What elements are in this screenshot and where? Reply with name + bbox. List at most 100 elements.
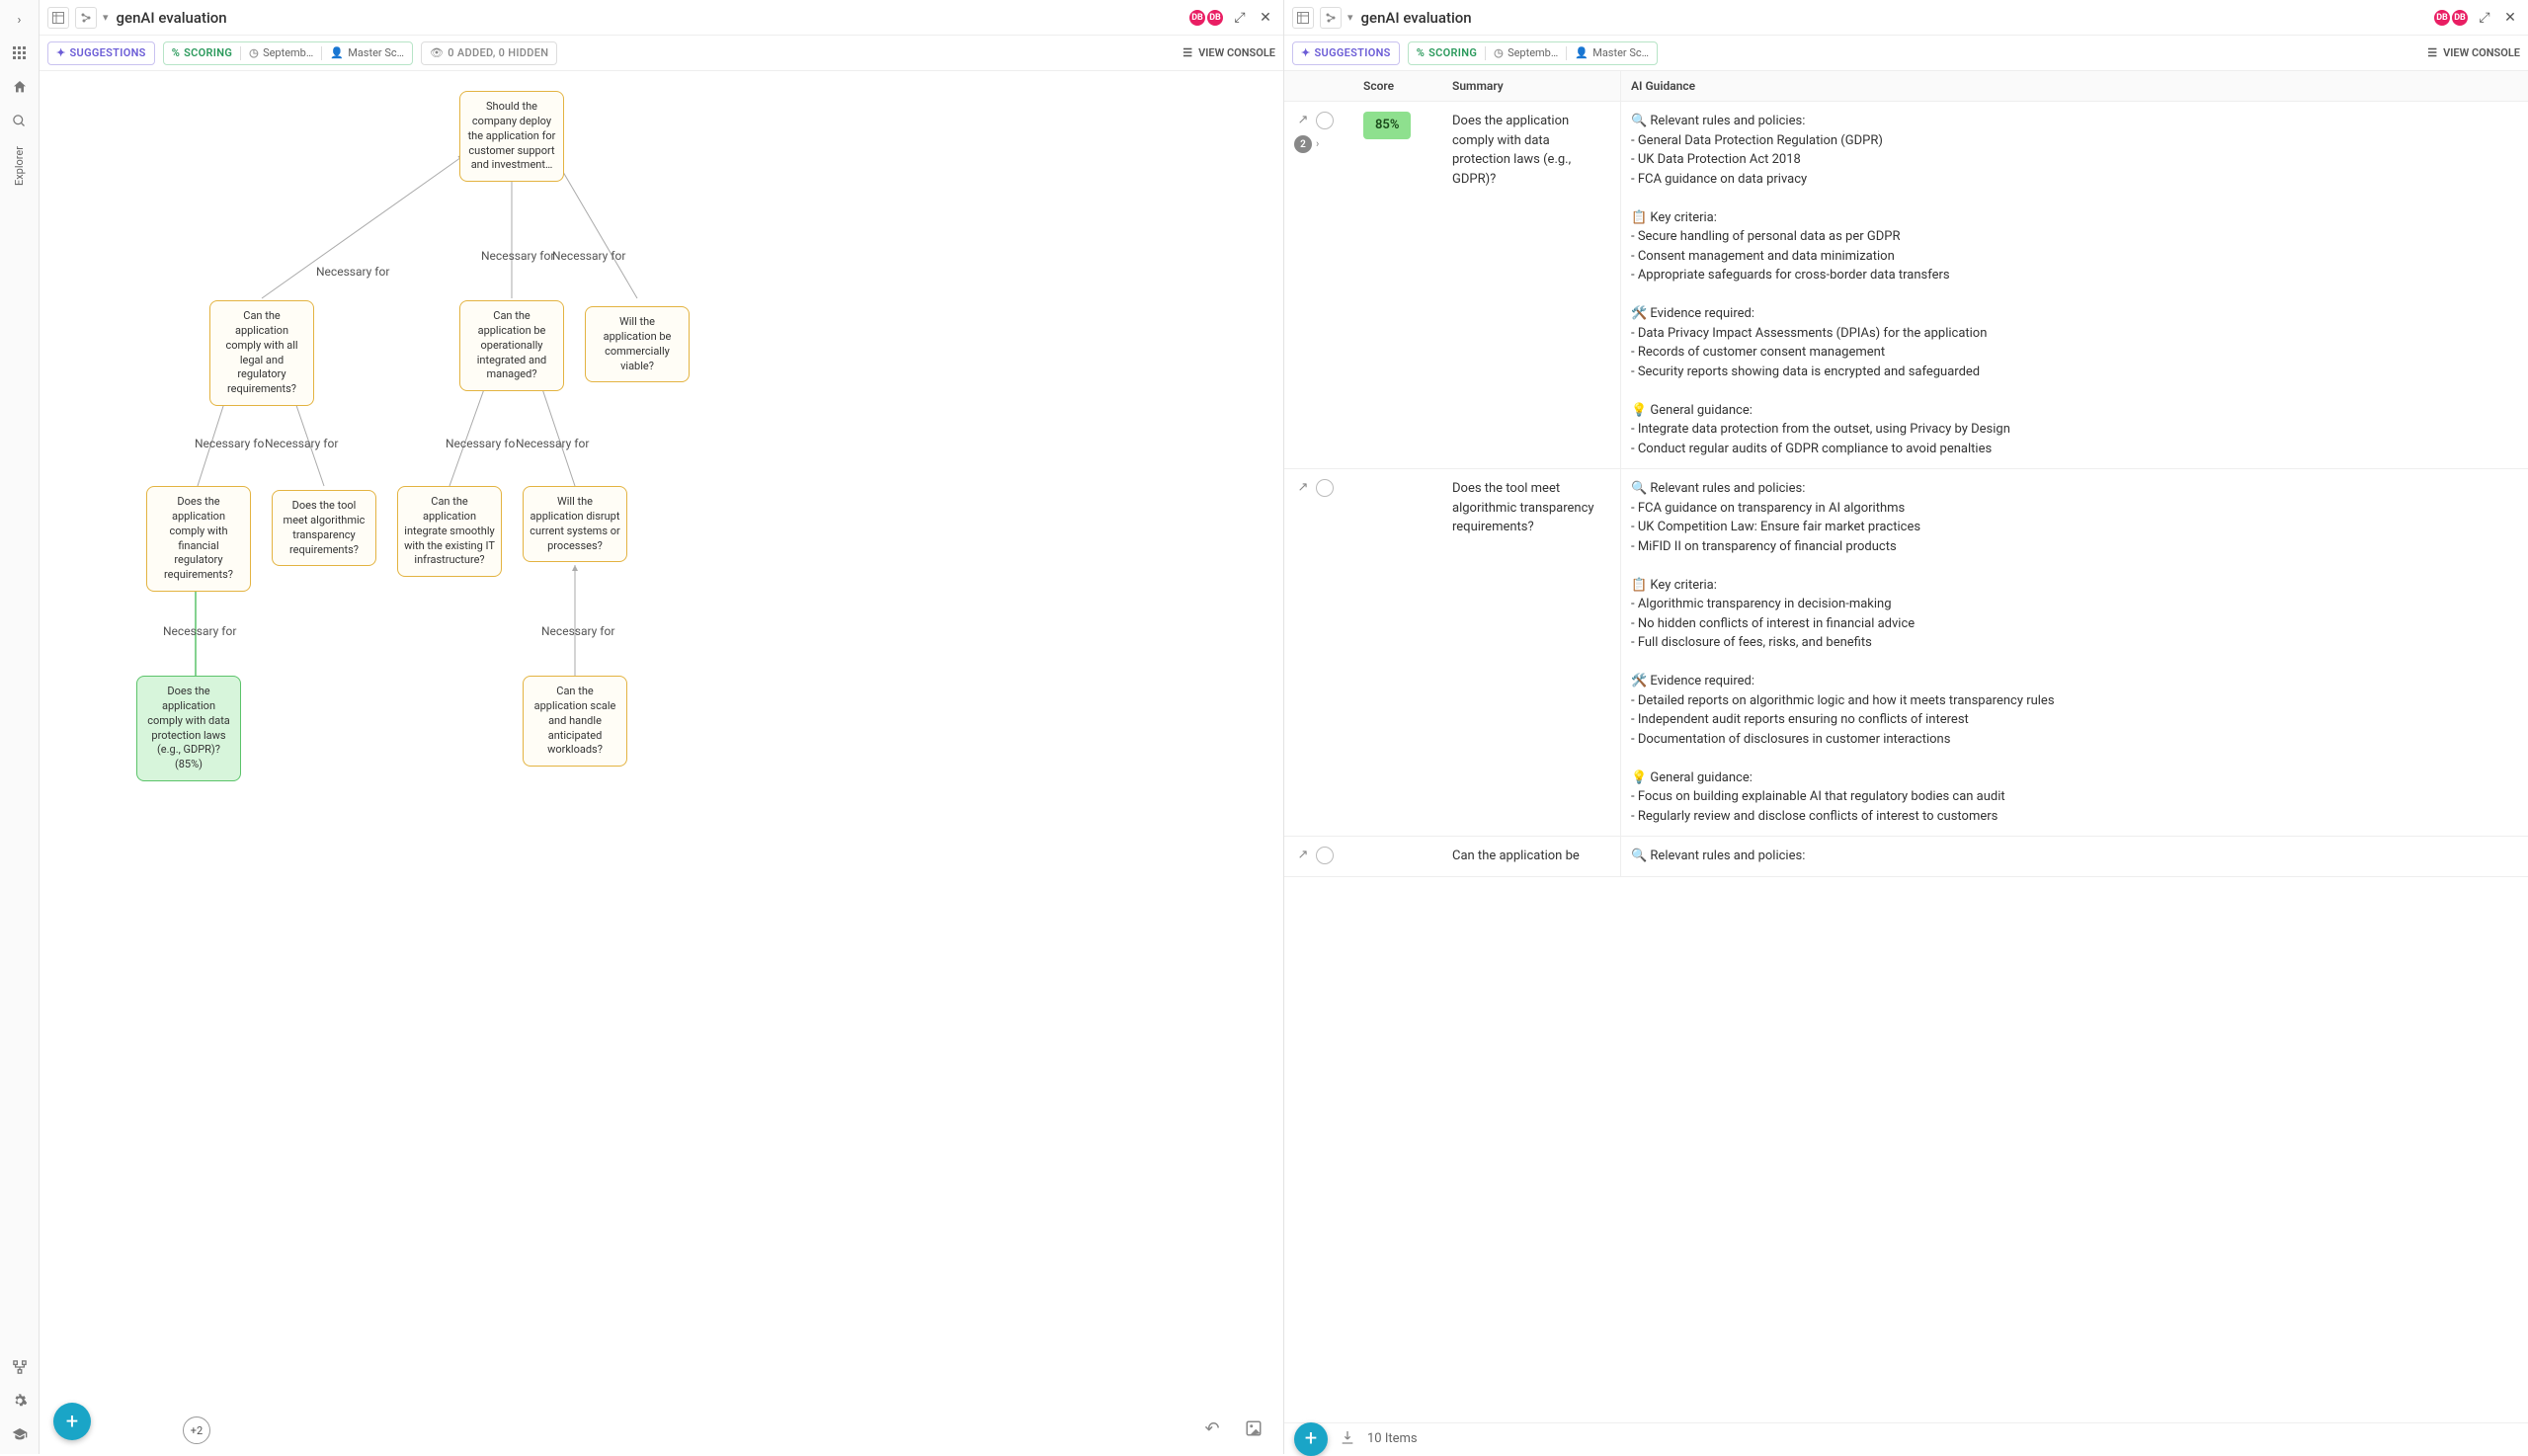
clock-icon: ◷ (249, 46, 259, 59)
avatar[interactable]: DB (1206, 9, 1224, 27)
left-rail: › Explorer (0, 0, 40, 1454)
sparkle-icon: ✦ (1301, 46, 1311, 59)
view-console-button[interactable]: ☰ VIEW CONSOLE (2427, 46, 2520, 59)
table-row[interactable]: ↗ 2› 85% Does the application comply with d… (1284, 102, 2528, 469)
caret-down-icon[interactable]: ▾ (103, 11, 109, 24)
search-icon[interactable] (6, 107, 34, 134)
table-view-icon[interactable] (1292, 7, 1314, 29)
graph-view-icon[interactable] (1320, 7, 1342, 29)
sparkle-icon: ✦ (56, 46, 66, 59)
subitem-count[interactable]: 2 (1294, 135, 1312, 153)
undo-icon[interactable]: ↶ (1200, 1416, 1224, 1440)
guidance-text: 🔍 Relevant rules and policies: - General… (1631, 112, 2518, 458)
user-icon: 👤 (330, 46, 344, 59)
apps-grid-icon[interactable] (6, 40, 34, 67)
status-circle-icon[interactable] (1316, 847, 1334, 864)
page-title: genAI evaluation (117, 9, 227, 27)
avatar[interactable]: DB (2451, 9, 2469, 27)
graph-node-gdpr[interactable]: Does the application comply with data pr… (136, 676, 241, 781)
graph-pane: ▾ genAI evaluation DB DB ⤢ ✕ ✦ SUGGESTIO… (40, 0, 1284, 1454)
graph-node-transp[interactable]: Does the tool meet algorithmic transpare… (272, 490, 376, 566)
chevron-right-icon[interactable]: › (1316, 136, 1319, 153)
col-guidance[interactable]: AI Guidance (1620, 71, 2528, 101)
avatar[interactable]: DB (2433, 9, 2451, 27)
avatar[interactable]: DB (1188, 9, 1206, 27)
col-score[interactable]: Score (1353, 71, 1442, 101)
guidance-text: 🔍 Relevant rules and policies: - FCA gui… (1631, 479, 2518, 826)
open-icon[interactable]: ↗ (1294, 847, 1312, 864)
edge-label: Necessary for (541, 624, 614, 638)
user-icon: 👤 (1575, 46, 1589, 59)
caret-down-icon[interactable]: ▾ (1347, 11, 1353, 24)
graph-node-disrupt[interactable]: Will the application disrupt current sys… (523, 486, 627, 562)
settings-icon[interactable] (6, 1387, 34, 1415)
pane-header-right: ▾ genAI evaluation DB DB ⤢ ✕ (1284, 0, 2528, 36)
expand-icon[interactable]: ⤢ (2475, 8, 2494, 28)
status-circle-icon[interactable] (1316, 479, 1334, 497)
table-footer: + 10 Items (1284, 1422, 2528, 1454)
percent-icon: % (1417, 46, 1425, 59)
graph-node-ops[interactable]: Can the application be operationally int… (459, 300, 564, 391)
pane-header-left: ▾ genAI evaluation DB DB ⤢ ✕ (40, 0, 1283, 36)
graph-node-root[interactable]: Should the company deploy the applicatio… (459, 91, 564, 182)
view-console-button[interactable]: ☰ VIEW CONSOLE (1182, 46, 1275, 59)
edge-label: Necessary for (552, 249, 625, 263)
graph-view-icon[interactable] (75, 7, 97, 29)
scoring-chip[interactable]: % SCORING ◷ Septemb… 👤 Master Sc… (1408, 41, 1658, 65)
graph-canvas[interactable]: Should the company deploy the applicatio… (40, 71, 1283, 1454)
list-icon: ☰ (2427, 46, 2437, 59)
edge-label: Necessary for (516, 437, 589, 450)
graph-node-it[interactable]: Can the application integrate smoothly w… (397, 486, 502, 577)
edge-label: Necessary fo (446, 437, 515, 450)
scoring-chip[interactable]: % SCORING ◷ Septemb… 👤 Master Sc… (163, 41, 413, 65)
download-icon[interactable] (1340, 1429, 1355, 1449)
graph-node-legal[interactable]: Can the application comply with all lega… (209, 300, 314, 406)
edge-label: Necessary for (265, 437, 338, 450)
explorer-label[interactable]: Explorer (13, 146, 26, 186)
expand-icon[interactable]: ⤢ (1230, 8, 1250, 28)
edge-label: Necessary for (163, 624, 236, 638)
page-title: genAI evaluation (1361, 9, 1472, 27)
home-icon[interactable] (6, 73, 34, 101)
collapse-icon[interactable]: › (6, 6, 34, 34)
hierarchy-icon[interactable] (6, 1353, 34, 1381)
list-icon: ☰ (1182, 46, 1192, 59)
summary-text: Does the application comply with data pr… (1442, 102, 1620, 468)
toolbar-right: ✦ SUGGESTIONS % SCORING ◷ Septemb… 👤 Mas… (1284, 36, 2528, 71)
toolbar-left: ✦ SUGGESTIONS % SCORING ◷ Septemb… 👤 Mas… (40, 36, 1283, 71)
edge-label: Necessary for (316, 265, 389, 279)
counts-chip[interactable]: 👁 0 ADDED, 0 HIDDEN (421, 41, 557, 65)
percent-icon: % (172, 46, 180, 59)
edge-label: Necessary fo (195, 437, 264, 450)
table-row[interactable]: ↗ Does the tool meet algorithmic transpar… (1284, 469, 2528, 837)
clock-icon: ◷ (1494, 46, 1504, 59)
graph-node-viable[interactable]: Will the application be commercially via… (585, 306, 690, 382)
add-row-button[interactable]: + (1294, 1422, 1328, 1456)
eye-off-icon: 👁 (430, 46, 444, 59)
suggestions-chip[interactable]: ✦ SUGGESTIONS (1292, 41, 1400, 65)
close-icon[interactable]: ✕ (2500, 8, 2520, 28)
table-header: Score Summary AI Guidance (1284, 71, 2528, 102)
graph-node-scale[interactable]: Can the application scale and handle ant… (523, 676, 627, 767)
summary-text: Does the tool meet algorithmic transpare… (1442, 469, 1620, 836)
add-button[interactable]: + (53, 1403, 91, 1440)
suggestions-chip[interactable]: ✦ SUGGESTIONS (47, 41, 155, 65)
status-circle-icon[interactable] (1316, 112, 1334, 129)
image-icon[interactable] (1242, 1416, 1265, 1440)
table-body[interactable]: ↗ 2› 85% Does the application comply with d… (1284, 102, 2528, 1422)
graph-node-finreg[interactable]: Does the application comply with financi… (146, 486, 251, 592)
close-icon[interactable]: ✕ (1256, 8, 1275, 28)
summary-text: Can the application be (1442, 837, 1620, 876)
item-count: 10 Items (1367, 1431, 1418, 1446)
graduation-icon[interactable] (6, 1420, 34, 1448)
score-badge: 85% (1363, 112, 1411, 139)
table-view-icon[interactable] (47, 7, 69, 29)
col-summary[interactable]: Summary (1442, 71, 1620, 101)
open-icon[interactable]: ↗ (1294, 479, 1312, 497)
edge-label: Necessary for (481, 249, 554, 263)
more-count[interactable]: +2 (183, 1416, 210, 1444)
open-icon[interactable]: ↗ (1294, 112, 1312, 129)
table-pane: ▾ genAI evaluation DB DB ⤢ ✕ ✦ SUGGESTIO… (1284, 0, 2528, 1454)
guidance-text: 🔍 Relevant rules and policies: (1631, 847, 2518, 866)
table-row[interactable]: ↗ Can the application be 🔍 Relevant rules … (1284, 837, 2528, 877)
